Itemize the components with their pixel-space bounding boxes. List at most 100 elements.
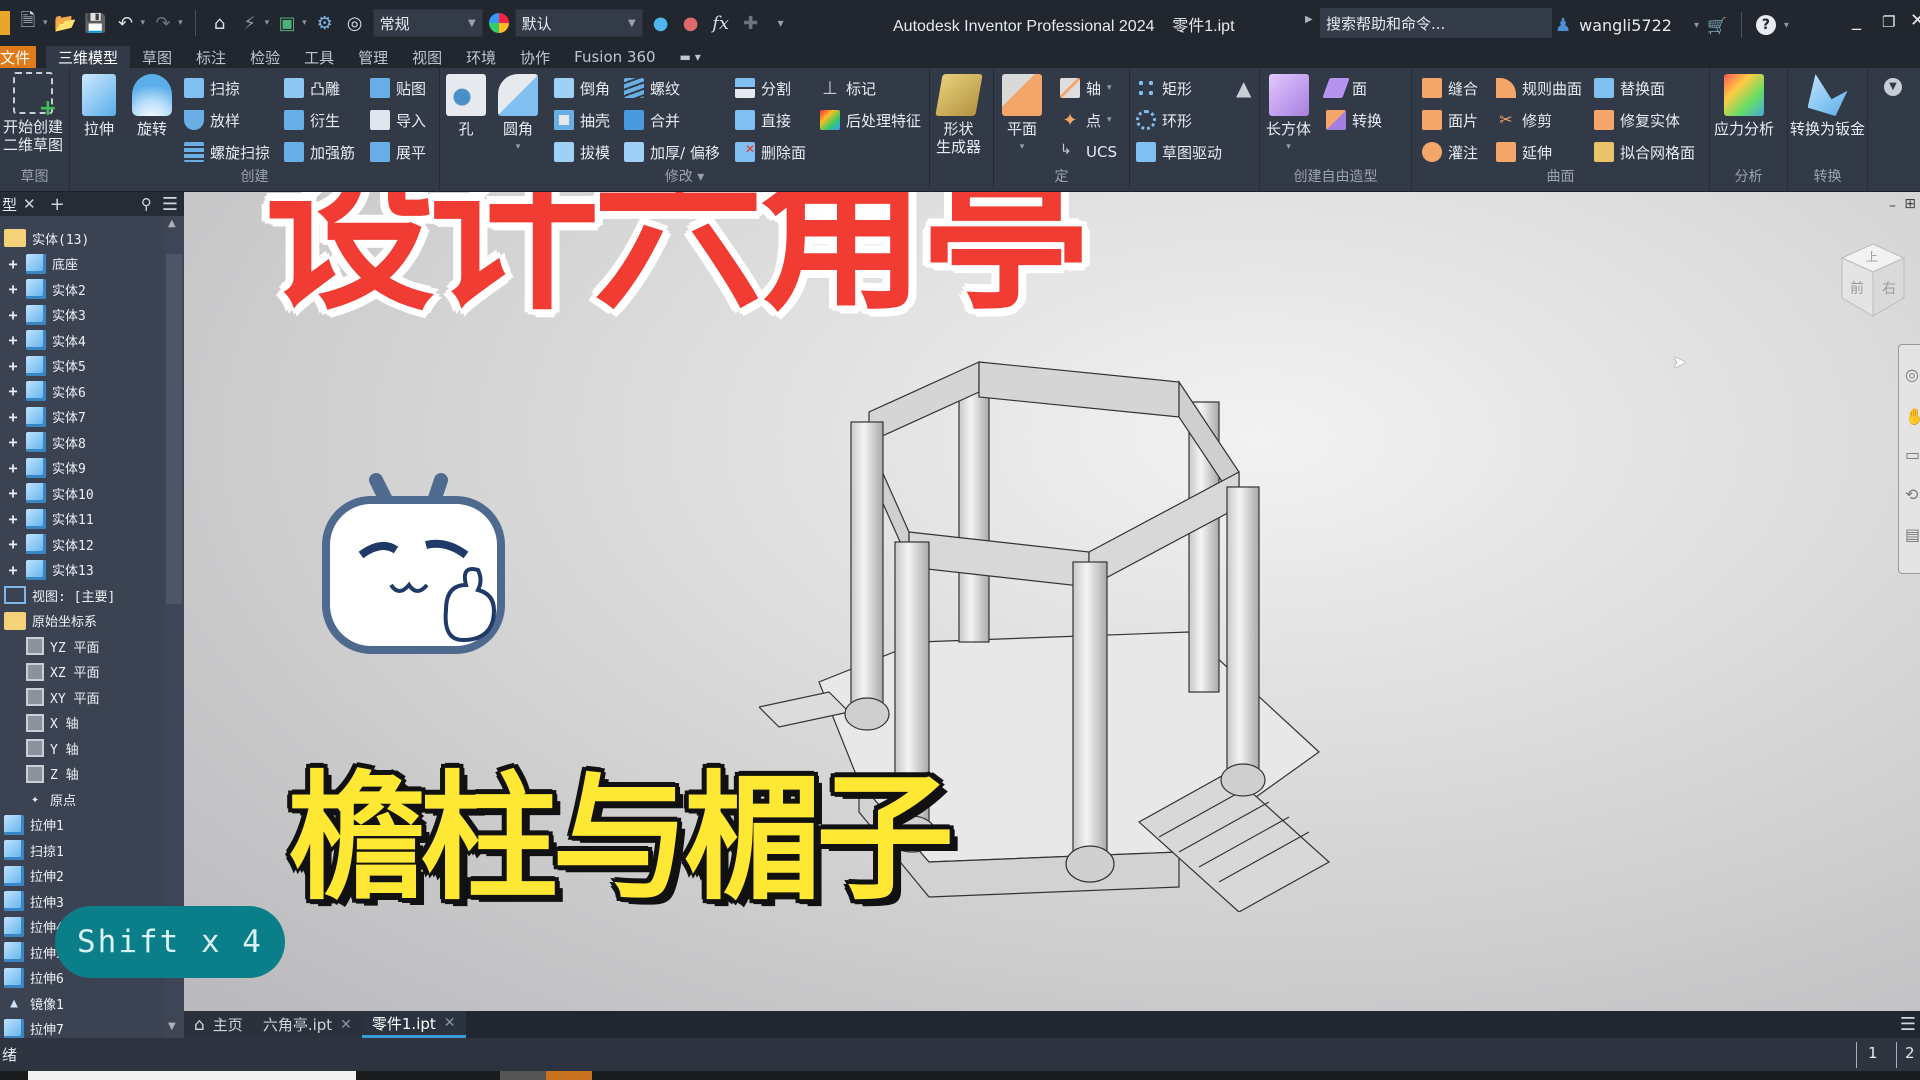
appearance-combo[interactable]: 常规 ▼: [372, 9, 483, 37]
thicken-button[interactable]: 加厚/ 偏移: [624, 140, 720, 164]
mark-button[interactable]: ⊥ 标记: [820, 76, 876, 100]
revolve-button[interactable]: 旋转: [132, 74, 172, 138]
chevron-down-icon[interactable]: ▾: [302, 18, 307, 28]
tree-node-solid[interactable]: + 实体11: [6, 507, 94, 531]
tab-3d-model[interactable]: 三维模型: [46, 46, 131, 68]
mirror-icon[interactable]: ▲: [1236, 76, 1251, 100]
draft-button[interactable]: 拔模: [554, 140, 610, 164]
viewcube-right-face[interactable]: 右: [1882, 278, 1896, 298]
tree-node-feature[interactable]: 拉伸2: [4, 864, 64, 888]
user-account[interactable]: ♟ wangli5722 ▾ 🛒 ? ▾: [1555, 12, 1789, 38]
tree-node-solid[interactable]: + 底座: [6, 252, 78, 276]
hole-button[interactable]: 孔: [446, 74, 486, 138]
tab-environments[interactable]: 环境: [454, 46, 508, 68]
tree-node-origin-item[interactable]: X 轴: [26, 711, 79, 735]
point-button[interactable]: ✦ 点 ▾: [1060, 108, 1111, 132]
minimize-view-icon[interactable]: –: [1889, 198, 1896, 214]
viewcube-top-face[interactable]: 上: [1866, 248, 1878, 265]
panel-label[interactable]: 修改 ▾: [440, 166, 929, 186]
taskbar-input[interactable]: [28, 1071, 356, 1080]
tree-node-feature[interactable]: 拉伸7: [4, 1017, 64, 1041]
tree-node-solid[interactable]: + 实体12: [6, 532, 94, 556]
tab-hexagonal-pavilion[interactable]: 六角亭.ipt ✕: [252, 1011, 362, 1038]
expand-icon[interactable]: +: [6, 561, 20, 579]
add-icon[interactable]: ✚: [739, 11, 763, 35]
expand-icon[interactable]: +: [6, 357, 20, 375]
help-search-input[interactable]: 搜索帮助和命令...: [1320, 8, 1552, 38]
fit-mesh-face-button[interactable]: 拟合网格面: [1594, 140, 1695, 164]
tree-node-origin-item[interactable]: XY 平面: [26, 685, 99, 709]
tab-annotate[interactable]: 标注: [184, 46, 238, 68]
circular-pattern-button[interactable]: 环形: [1136, 108, 1192, 132]
combine-button[interactable]: 合并: [624, 108, 680, 132]
pan-icon[interactable]: ✋: [1905, 407, 1920, 426]
tree-node-feature[interactable]: 拉伸1: [4, 813, 64, 837]
shell-button[interactable]: 抽壳: [554, 108, 610, 132]
patch-button[interactable]: 面片: [1422, 108, 1478, 132]
chevron-down-icon[interactable]: ▾: [265, 18, 270, 28]
tab-sketch[interactable]: 草图: [130, 46, 184, 68]
tab-collaborate[interactable]: 协作: [508, 46, 562, 68]
adjust-appearance-icon[interactable]: ●: [649, 11, 673, 35]
expand-icon[interactable]: +: [6, 280, 20, 298]
expand-icon[interactable]: +: [6, 433, 20, 451]
tab-view[interactable]: 视图: [400, 46, 454, 68]
tab-fusion-360[interactable]: Fusion 360: [562, 46, 667, 68]
split-button[interactable]: 分割: [735, 76, 791, 100]
search-expand-icon[interactable]: ▶: [1305, 14, 1313, 25]
tab-part1[interactable]: 零件1.ipt ✕: [361, 1011, 466, 1038]
tab-manage[interactable]: 管理: [346, 46, 400, 68]
repair-bodies-button[interactable]: 修复实体: [1594, 108, 1680, 132]
unwrap-button[interactable]: 展平: [370, 140, 426, 164]
properties-icon[interactable]: ⚙: [313, 11, 337, 35]
tree-node-feature[interactable]: 扫掠1: [4, 838, 64, 862]
start-2d-sketch-button[interactable]: + 开始创建 二维草图: [0, 72, 66, 154]
close-button[interactable]: ✕: [1910, 10, 1920, 31]
import-button[interactable]: 导入: [370, 108, 426, 132]
chevron-down-icon[interactable]: ▾: [178, 18, 183, 28]
expand-icon[interactable]: +: [6, 306, 20, 324]
viewcube-front-face[interactable]: 前: [1850, 278, 1864, 298]
tree-node-solid[interactable]: + 实体8: [6, 430, 86, 454]
chevron-down-icon[interactable]: ▼: [168, 1021, 176, 1032]
trim-button[interactable]: ✂ 修剪: [1496, 108, 1552, 132]
tree-node-view[interactable]: 视图: [主要]: [4, 583, 115, 607]
tree-node-solid[interactable]: + 实体3: [6, 303, 86, 327]
parameters-icon[interactable]: fx: [709, 11, 733, 35]
tree-node-solid[interactable]: + 实体7: [6, 405, 86, 429]
update-icon[interactable]: ⚡: [238, 11, 262, 35]
tree-node-solid-bodies[interactable]: 实体(13): [4, 226, 89, 250]
ribbon-options-icon[interactable]: ▼: [1884, 78, 1902, 96]
tab-inspect[interactable]: 检验: [238, 46, 292, 68]
tree-node-origin-item[interactable]: ✦ 原点: [26, 787, 76, 811]
chevron-up-icon[interactable]: ▲: [168, 218, 176, 229]
tree-node-feature[interactable]: 拉伸3: [4, 889, 64, 913]
tree-node-solid[interactable]: + 实体2: [6, 277, 86, 301]
convert-to-sheetmetal-button[interactable]: 转换为钣金: [1790, 74, 1865, 138]
graphics-window[interactable]: – ⊞ 上 前 右 ◎ ✋ ▭ ⟲ ▤ ➤ 设计六角亭 檐柱与楣子: [184, 192, 1920, 1011]
orbit-icon[interactable]: ⟲: [1905, 485, 1918, 504]
fillet-button[interactable]: 圆角 ▾: [498, 74, 538, 156]
chevron-down-icon[interactable]: ▾: [43, 18, 48, 28]
tree-node-solid[interactable]: + 实体6: [6, 379, 86, 403]
material-combo[interactable]: 默认 ▼: [514, 9, 643, 37]
color-wheel-icon[interactable]: [488, 13, 509, 33]
ucs-button[interactable]: ↳ UCS: [1060, 140, 1117, 164]
derive-button[interactable]: 衍生: [284, 108, 340, 132]
convert-button[interactable]: 转换: [1326, 108, 1382, 132]
search-icon[interactable]: ⚲: [141, 195, 152, 213]
expand-icon[interactable]: +: [6, 382, 20, 400]
tree-node-origin-item[interactable]: Z 轴: [26, 762, 79, 786]
undo-icon[interactable]: ↶: [114, 11, 138, 35]
axis-button[interactable]: 轴 ▾: [1060, 76, 1112, 100]
viewcube[interactable]: 上 前 右: [1838, 240, 1908, 320]
sculpt-button[interactable]: 灌注: [1422, 140, 1478, 164]
tree-node-solid[interactable]: + 实体4: [6, 328, 86, 352]
tab-file[interactable]: 文件: [0, 46, 37, 68]
expand-icon[interactable]: +: [6, 484, 20, 502]
direct-edit-button[interactable]: 直接: [735, 108, 791, 132]
look-at-icon[interactable]: ▤: [1905, 525, 1920, 544]
add-icon[interactable]: +: [50, 194, 65, 215]
close-icon[interactable]: ✕: [444, 1015, 456, 1031]
taskbar-item-active[interactable]: [546, 1071, 592, 1080]
